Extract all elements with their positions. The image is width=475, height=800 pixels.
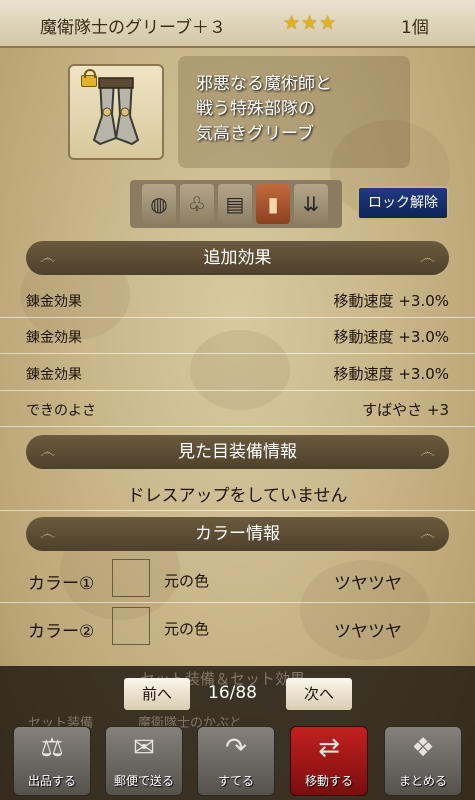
color-swatch <box>112 559 150 597</box>
prev-button[interactable]: 前へ <box>124 678 190 710</box>
item-header: 魔衛隊士のグリーブ＋３ ★★★ 1個 <box>0 0 475 48</box>
color-original: 元の色 <box>164 620 210 638</box>
color-label: カラー② <box>28 622 95 642</box>
effect-row: 錬金効果 移動速度 +3.0% <box>0 355 475 391</box>
effect-label: 錬金効果 <box>26 367 82 383</box>
storage-icon[interactable]: ▤ <box>218 184 252 224</box>
effect-label: 錬金効果 <box>26 330 82 346</box>
button-label: まとめる <box>398 774 447 788</box>
move-button[interactable]: ⇄ 移動する <box>290 726 368 796</box>
color-info-header: カラー情報 <box>26 517 449 551</box>
color-texture: ツヤツヤ <box>334 574 402 594</box>
bundle-icon: ❖ <box>411 733 435 763</box>
page-indicator: 16/88 <box>208 683 257 703</box>
effect-value: すばやさ +3 <box>362 401 449 419</box>
item-count: 1個 <box>401 18 429 38</box>
dressup-status: ドレスアップをしていません <box>127 486 348 506</box>
effect-value: 移動速度 +3.0% <box>333 365 449 383</box>
list-for-sale-button[interactable]: ⚖ 出品する <box>13 726 91 796</box>
color-row: カラー① 元の色 ツヤツヤ <box>0 557 475 605</box>
move-icon: ⇄ <box>318 733 340 763</box>
next-button[interactable]: 次へ <box>286 678 352 710</box>
button-label: 移動する <box>304 774 353 788</box>
effect-row: 錬金効果 移動速度 +3.0% <box>0 318 475 354</box>
divider <box>0 602 475 603</box>
effect-row: 錬金効果 移動速度 +3.0% <box>0 282 475 318</box>
button-label: 郵便で送る <box>113 774 174 788</box>
color-label: カラー① <box>28 574 95 594</box>
bag-icon[interactable]: ◍ <box>142 184 176 224</box>
effect-label: できのよさ <box>26 403 96 419</box>
divider <box>0 510 475 511</box>
clover-icon[interactable]: ♧ <box>180 184 214 224</box>
discard-icon: ↷ <box>225 733 247 763</box>
scales-icon: ⚖ <box>40 733 64 763</box>
effect-row: できのよさ すばやさ +3 <box>0 391 475 427</box>
color-texture: ツヤツヤ <box>334 622 402 642</box>
effect-value: 移動速度 +3.0% <box>333 328 449 346</box>
item-description: 邪悪なる魔術師と 戦う特殊部隊の 気高きグリーブ <box>196 74 332 144</box>
unlock-button[interactable]: ロック解除 <box>357 186 449 220</box>
send-by-mail-button[interactable]: ✉ 郵便で送る <box>105 726 183 796</box>
pager: 前へ 16/88 次へ <box>0 676 475 712</box>
item-action-icons: ◍ ♧ ▤ ▮ ⇊ <box>130 180 342 228</box>
color-row: カラー② 元の色 ツヤツヤ <box>0 605 475 653</box>
color-swatch <box>112 607 150 645</box>
greaves-icon <box>92 77 140 146</box>
appearance-header: 見た目装備情報 <box>26 435 449 469</box>
additional-effects-header: 追加効果 <box>26 241 449 275</box>
bundle-button[interactable]: ❖ まとめる <box>384 726 462 796</box>
item-image <box>68 64 164 160</box>
effect-label: 錬金効果 <box>26 294 82 310</box>
arrows-down-icon[interactable]: ⇊ <box>294 184 328 224</box>
discard-button[interactable]: ↷ すてる <box>197 726 275 796</box>
mail-icon: ✉ <box>133 733 155 763</box>
color-original: 元の色 <box>164 572 210 590</box>
button-label: 出品する <box>27 774 76 788</box>
book-icon[interactable]: ▮ <box>256 184 290 224</box>
button-label: すてる <box>217 774 255 788</box>
rarity-stars: ★★★ <box>283 12 338 34</box>
item-name: 魔衛隊士のグリーブ＋３ <box>40 18 226 38</box>
effect-value: 移動速度 +3.0% <box>333 292 449 310</box>
